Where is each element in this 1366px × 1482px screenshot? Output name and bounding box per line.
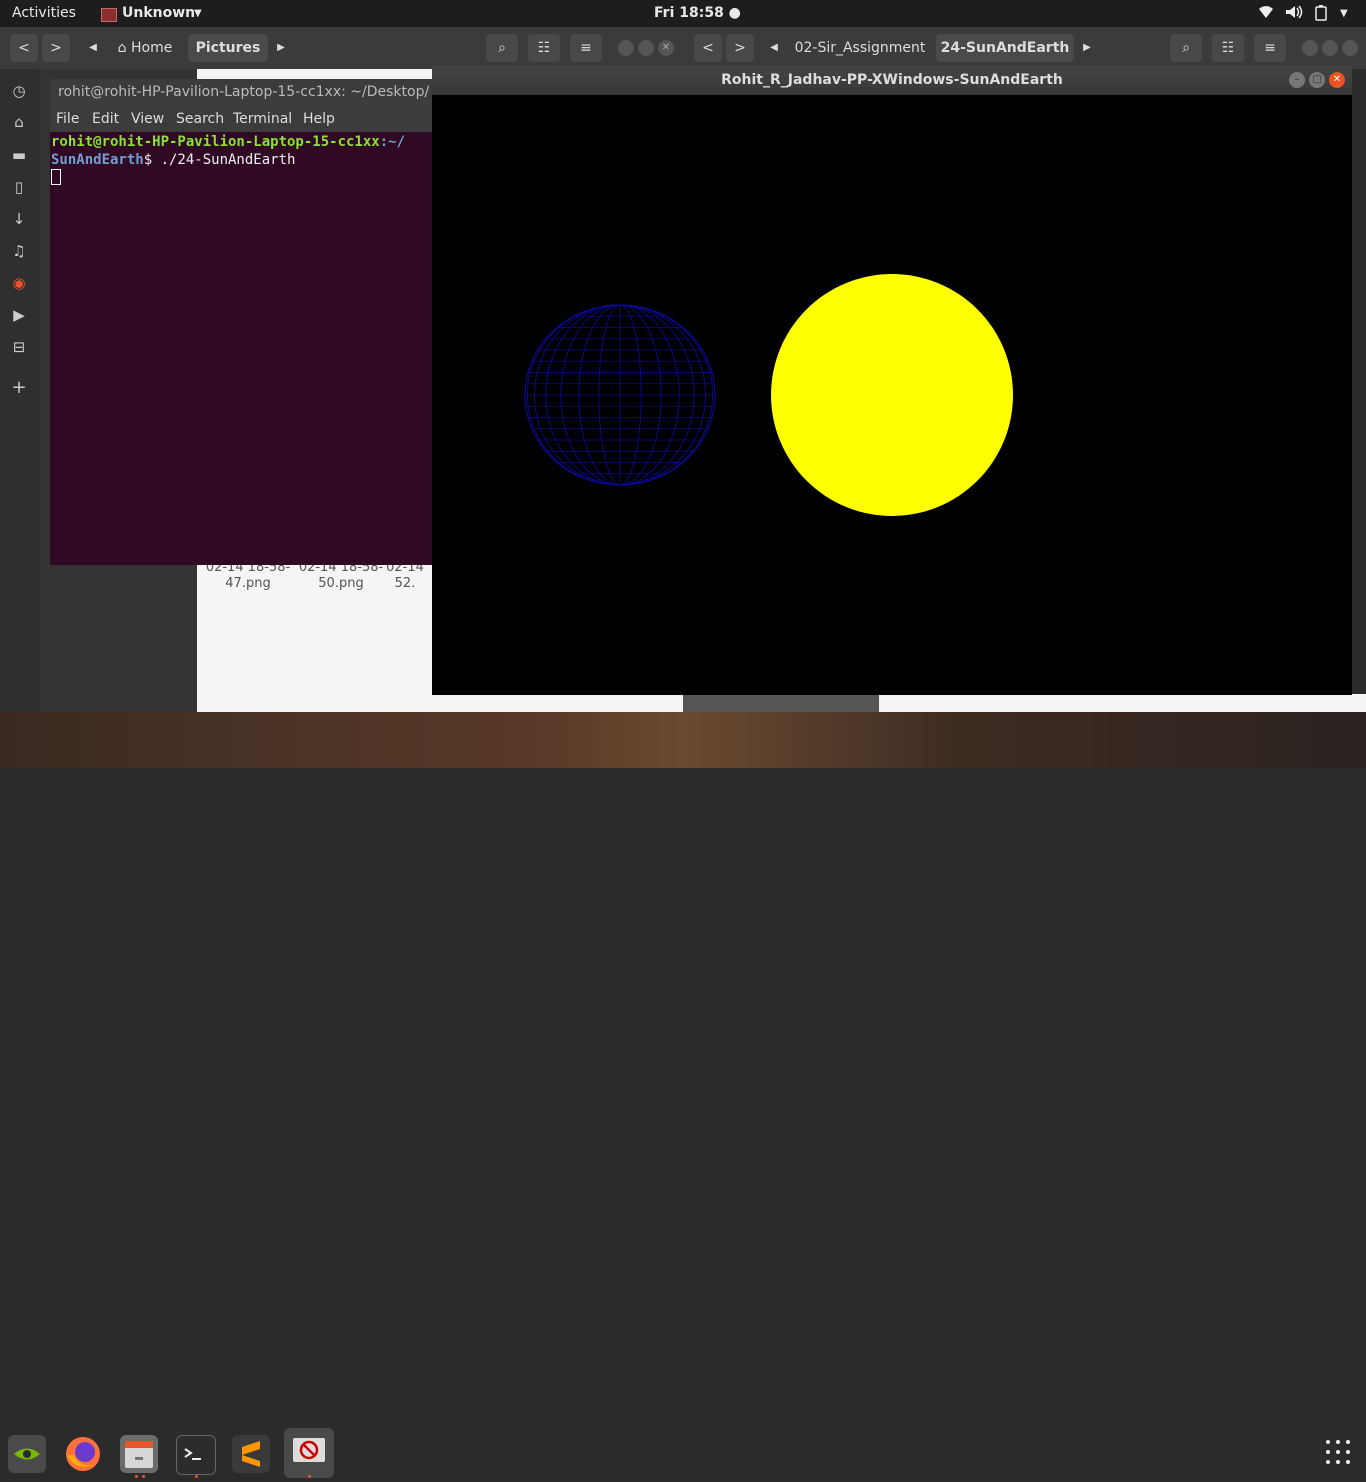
path-folder-button[interactable]: 02-Sir_Assignment — [788, 34, 932, 62]
minimize-button[interactable] — [618, 40, 634, 56]
running-indicator — [195, 1475, 198, 1478]
hamburger-icon: ≡ — [1264, 40, 1276, 56]
chevron-down-icon[interactable]: ▼ — [194, 8, 202, 19]
documents-icon[interactable]: ▯ — [7, 178, 31, 196]
maximize-button[interactable] — [1322, 40, 1338, 56]
menu-edit[interactable]: Edit — [92, 111, 119, 127]
activities-button[interactable]: Activities — [12, 5, 76, 21]
home-icon[interactable]: ⌂ — [7, 113, 31, 131]
recent-icon[interactable]: ◷ — [7, 82, 31, 100]
menu-search[interactable]: Search — [176, 111, 224, 127]
top-bar: Activities Unknown ▼ Fri 18:58 ● ▼ — [0, 0, 1366, 27]
battery-icon[interactable] — [1314, 5, 1328, 25]
opengl-canvas — [524, 274, 1013, 516]
music-icon[interactable]: ♫ — [7, 242, 31, 260]
menu-view[interactable]: View — [131, 111, 164, 127]
list-view-icon: ☷ — [1221, 40, 1235, 56]
path-home-button[interactable]: ⌂ Home — [106, 34, 184, 62]
sublime-icon[interactable] — [232, 1435, 270, 1473]
wifi-icon[interactable] — [1258, 5, 1274, 23]
menu-terminal[interactable]: Terminal — [233, 111, 292, 127]
search-icon: ⌕ — [498, 40, 506, 56]
terminal-title: rohit@rohit-HP-Pavilion-Laptop-15-cc1xx:… — [50, 79, 450, 106]
terminal-command-line: SunAndEarth$ ./24-SunAndEarth — [51, 152, 296, 168]
clock[interactable]: Fri 18:58 ● — [654, 5, 741, 21]
launcher-sidebar: ◷ ⌂ ▬ ▯ ↓ ♫ ◉ ▶ ⊟ + — [0, 69, 39, 712]
volume-icon[interactable] — [1285, 5, 1303, 23]
files-window-2-statusbar — [683, 694, 879, 712]
path-pictures-button[interactable]: Pictures — [188, 34, 268, 62]
terminal-window[interactable]: rohit@rohit-HP-Pavilion-Laptop-15-cc1xx:… — [50, 79, 450, 565]
hamburger-icon: ≡ — [580, 40, 592, 56]
search-icon: ⌕ — [1182, 40, 1190, 56]
pictures-icon[interactable]: ◉ — [7, 274, 31, 292]
terminal-cursor — [51, 169, 61, 185]
files-window-2-content — [879, 694, 1366, 712]
opengl-window[interactable]: Rohit_R_Jadhav-PP-XWindows-SunAndEarth –… — [432, 66, 1352, 695]
path-right-arrow-icon[interactable]: ▶ — [272, 34, 290, 62]
search-button[interactable]: ⌕ — [1170, 34, 1202, 62]
terminal-menubar: File Edit View Search Terminal Help — [50, 106, 450, 132]
show-applications-grid-icon[interactable] — [1325, 1439, 1351, 1465]
menu-help[interactable]: Help — [303, 111, 335, 127]
close-button[interactable]: ✕ — [1329, 72, 1345, 88]
menu-button[interactable]: ≡ — [1254, 34, 1286, 62]
back-button[interactable]: < — [694, 34, 722, 62]
menu-button[interactable]: ≡ — [570, 34, 602, 62]
path-left-arrow-icon[interactable]: ◀ — [764, 34, 784, 62]
app-icon — [101, 8, 117, 22]
close-button[interactable]: ✕ — [658, 40, 674, 56]
maximize-button[interactable]: □ — [1309, 72, 1325, 88]
system-menu-chevron-icon[interactable]: ▼ — [1340, 8, 1348, 19]
list-view-icon: ☷ — [537, 40, 551, 56]
dock — [0, 712, 1366, 1478]
close-button[interactable] — [1342, 40, 1358, 56]
trash-icon[interactable]: ⊟ — [7, 338, 31, 356]
files-window-2-headerbar: < > ◀ 02-Sir_Assignment 24-SunAndEarth ▶… — [690, 27, 1366, 69]
forward-button[interactable]: > — [42, 34, 70, 62]
downloads-icon[interactable]: ↓ — [7, 210, 31, 228]
opengl-app-icon[interactable] — [284, 1428, 334, 1478]
firefox-icon[interactable] — [64, 1435, 102, 1473]
terminal-icon[interactable] — [176, 1435, 216, 1475]
menu-file[interactable]: File — [56, 111, 79, 127]
path-folder-button-current[interactable]: 24-SunAndEarth — [936, 34, 1074, 62]
maximize-button[interactable] — [638, 40, 654, 56]
minimize-button[interactable] — [1302, 40, 1318, 56]
files-icon[interactable] — [120, 1435, 158, 1473]
home-icon: ⌂ — [117, 40, 127, 56]
view-toggle-button[interactable]: ☷ — [528, 34, 560, 62]
terminal-prompt-line: rohit@rohit-HP-Pavilion-Laptop-15-cc1xx:… — [51, 134, 406, 150]
files-headerbar: < > ◀ ⌂ Home Pictures ▶ ⌕ ☷ ≡ ✕ — [0, 27, 690, 69]
back-button[interactable]: < — [10, 34, 38, 62]
videos-icon[interactable]: ▶ — [7, 306, 31, 324]
add-location-icon[interactable]: + — [7, 377, 31, 398]
folder-icon[interactable]: ▬ — [7, 146, 31, 164]
sun-sphere — [771, 274, 1013, 516]
running-indicator — [142, 1475, 145, 1478]
earth-wireframe-sphere — [524, 304, 716, 486]
search-button[interactable]: ⌕ — [486, 34, 518, 62]
minimize-button[interactable]: – — [1289, 72, 1305, 88]
path-left-arrow-icon[interactable]: ◀ — [82, 34, 104, 62]
running-indicator — [135, 1475, 138, 1478]
forward-button[interactable]: > — [726, 34, 754, 62]
opengl-window-title: Rohit_R_Jadhav-PP-XWindows-SunAndEarth — [432, 66, 1352, 95]
view-toggle-button[interactable]: ☷ — [1212, 34, 1244, 62]
path-right-arrow-icon[interactable]: ▶ — [1078, 34, 1096, 62]
app-menu[interactable]: Unknown — [122, 5, 195, 21]
nvidia-icon[interactable] — [8, 1435, 46, 1473]
running-indicator — [308, 1475, 311, 1478]
